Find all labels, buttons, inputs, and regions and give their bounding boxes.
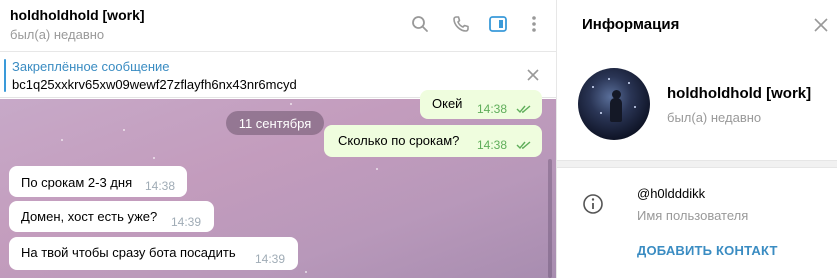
close-icon[interactable] [811, 15, 831, 35]
phone-icon[interactable] [450, 13, 472, 35]
pinned-title: Закреплённое сообщение [12, 59, 170, 74]
chat-status: был(а) недавно [10, 27, 105, 42]
double-check-icon [516, 105, 531, 114]
message-text: По срокам 2-3 дня [21, 175, 133, 190]
profile-status: был(а) недавно [667, 110, 762, 125]
message-text: Окей [432, 96, 463, 111]
avatar-figure [610, 98, 622, 122]
background-dot [290, 103, 292, 105]
background-dot [123, 129, 125, 131]
message-time: 14:39 [171, 215, 202, 229]
avatar-star [600, 112, 602, 114]
avatar[interactable] [578, 68, 650, 140]
background-dot [153, 157, 155, 159]
avatar-star [592, 86, 594, 88]
search-icon[interactable] [409, 13, 431, 35]
add-contact-button[interactable]: ДОБАВИТЬ КОНТАКТ [637, 243, 778, 258]
profile-name: holdholdhold [work] [667, 85, 812, 102]
info-panel: Информация holdholdhold [work] был(а) не… [557, 0, 837, 278]
username-label: Имя пользователя [637, 208, 749, 223]
message-time: 14:38 [145, 179, 176, 193]
message-text: Домен, хост есть уже? [21, 209, 158, 224]
section-divider [557, 160, 837, 168]
info-icon [582, 193, 604, 215]
message-time: 14:39 [255, 252, 286, 266]
sidebar-toggle-icon[interactable] [487, 13, 509, 35]
username-value[interactable]: @h0ldddikk [637, 186, 705, 201]
background-dot [305, 271, 307, 273]
info-panel-title: Информация [582, 16, 680, 33]
chat-title[interactable]: holdholdhold [work] [10, 7, 145, 23]
pinned-text: bc1q25xxkrv65xw09wewf27zflayfh6nx43nr6mc… [12, 77, 297, 92]
close-icon[interactable] [523, 65, 543, 85]
date-separator: 11 сентября [226, 111, 324, 135]
chat-pane: holdholdhold [work] был(а) недавно Закре… [0, 0, 556, 278]
background-dot [376, 168, 378, 170]
background-dot [61, 139, 63, 141]
message-bubble[interactable]: Сколько по срокам? 14:38 [324, 125, 542, 157]
avatar-star [634, 106, 636, 108]
message-bubble[interactable]: Окей 14:38 [420, 90, 542, 119]
message-bubble[interactable]: На твой чтобы сразу бота посадить 14:39 [9, 237, 298, 270]
scrollbar[interactable] [548, 159, 552, 278]
message-time: 14:38 [477, 102, 508, 116]
more-vertical-icon[interactable] [523, 13, 545, 35]
chat-header[interactable]: holdholdhold [work] был(а) недавно [0, 0, 556, 52]
message-bubble[interactable]: По срокам 2-3 дня 14:38 [9, 166, 187, 197]
message-text: На твой чтобы сразу бота посадить [21, 245, 236, 260]
message-text: Сколько по срокам? [338, 133, 460, 148]
double-check-icon [516, 141, 531, 150]
message-bubble[interactable]: Домен, хост есть уже? 14:39 [9, 201, 214, 232]
avatar-star [628, 82, 630, 84]
avatar-star [608, 78, 610, 80]
message-time: 14:38 [477, 138, 508, 152]
pinned-accent-bar [4, 59, 6, 92]
